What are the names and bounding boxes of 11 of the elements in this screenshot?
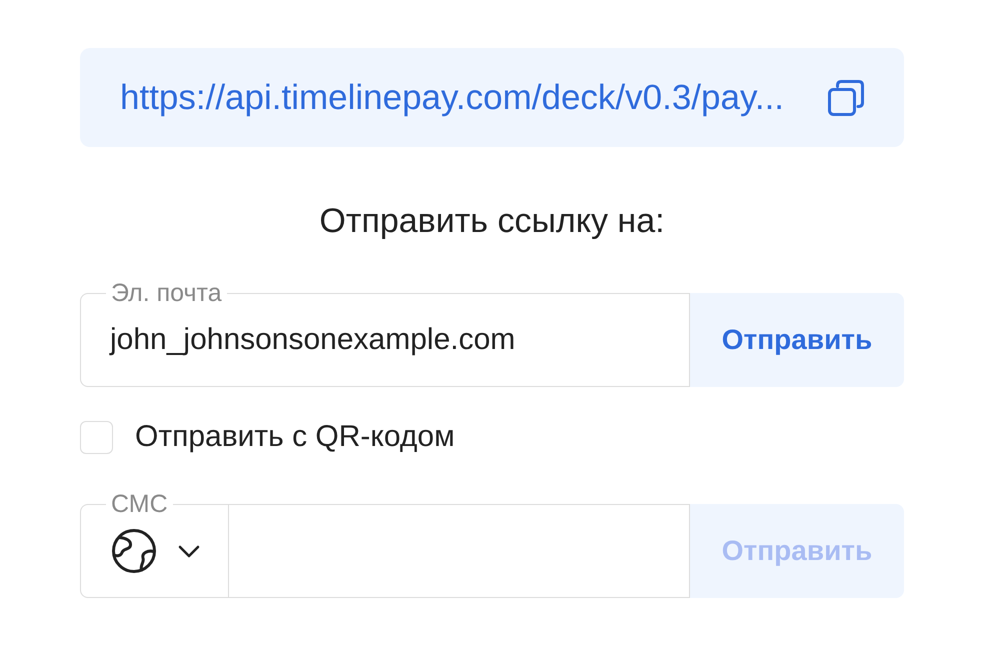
send-button[interactable]: Отправить [690,293,904,387]
email-field[interactable]: Эл. почта john_johnsonsonexample.com [80,279,690,387]
copy-button[interactable] [828,80,864,116]
section-heading: Отправить ссылку на: [319,201,665,241]
phone-field[interactable]: СМС [80,490,690,598]
link-url: https://api.timelinepay.com/deck/v0.3/pay... [120,78,784,118]
checkbox-label[interactable]: Отправить с QR-кодом [135,420,455,454]
checkbox[interactable] [80,420,113,454]
copy-icon [828,80,864,116]
chevron-down-icon [178,544,200,558]
globe-icon [112,529,156,573]
